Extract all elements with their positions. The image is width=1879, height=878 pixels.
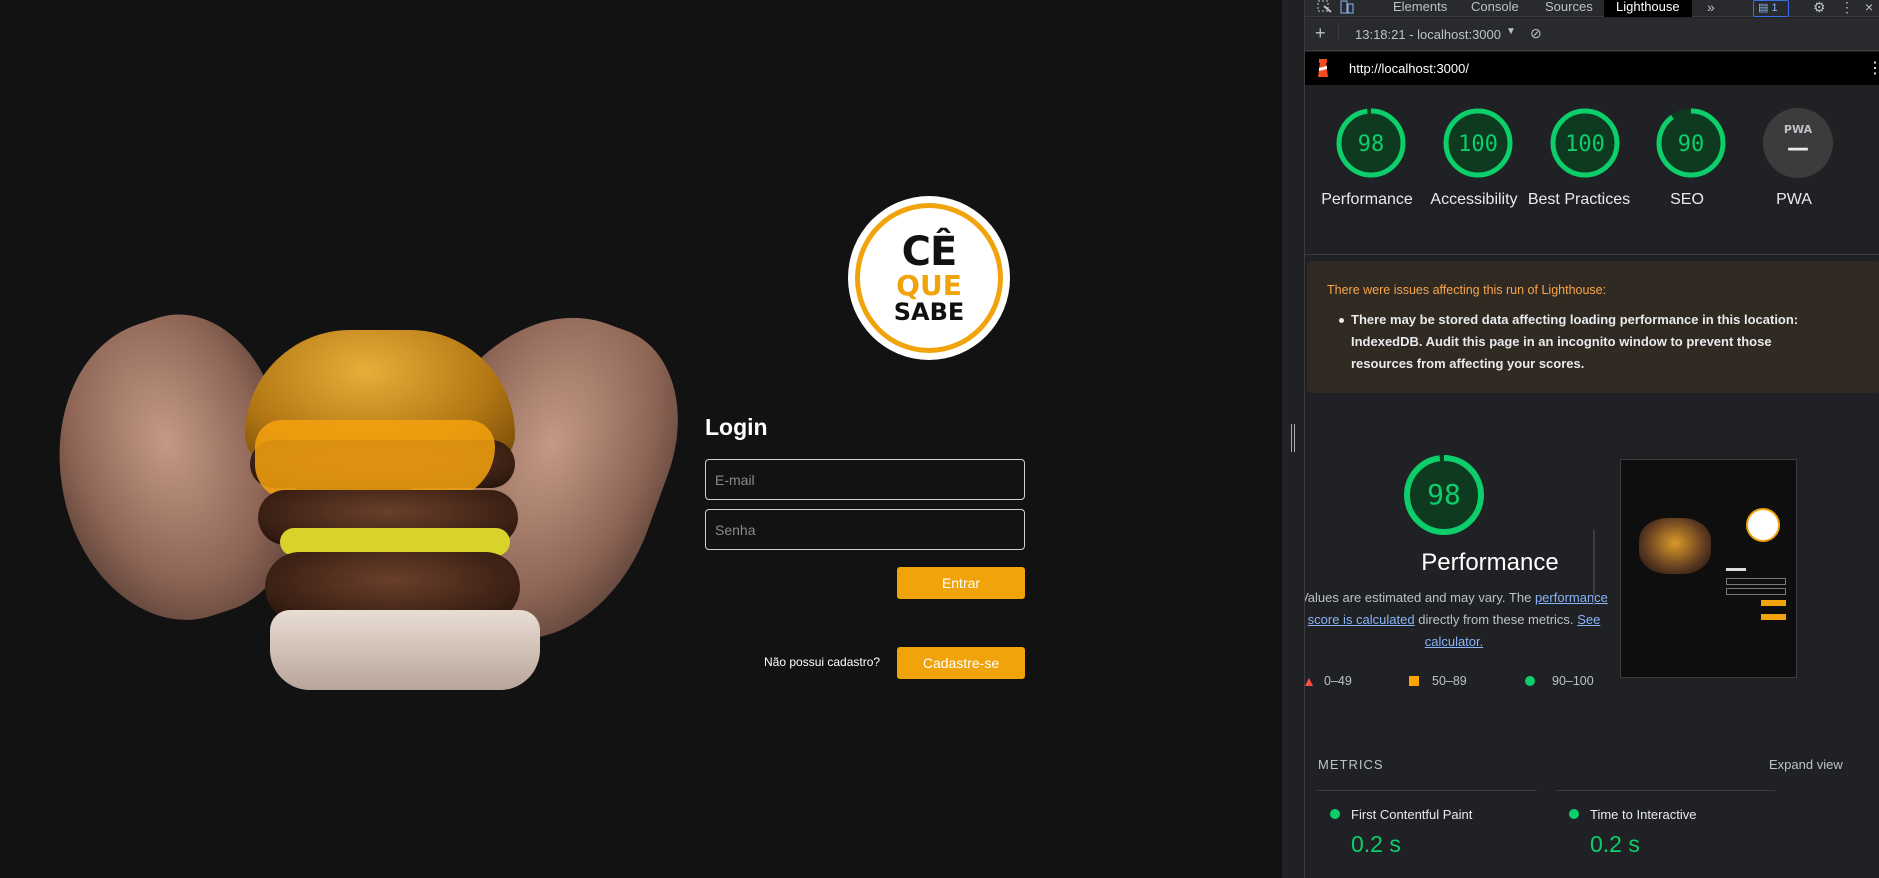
thumbnail-input bbox=[1726, 588, 1786, 595]
login-title: Login bbox=[705, 414, 768, 440]
pwa-badge-icon: PWA bbox=[1784, 123, 1813, 136]
issues-badge-icon: ▤ bbox=[1758, 2, 1772, 14]
app-viewport: CÊ QUE SABE Login Entrar Não possui cada… bbox=[0, 0, 1282, 878]
logo-line-1: CÊ bbox=[901, 229, 958, 275]
score-gauge-pwa[interactable]: PWA — bbox=[1762, 107, 1833, 179]
splitter-grip-icon bbox=[1291, 424, 1295, 452]
gauge-score-value: 98 bbox=[1358, 132, 1385, 157]
score-gauge-best-practices[interactable]: 100 bbox=[1549, 107, 1620, 179]
desc-middle: directly from these metrics. bbox=[1418, 612, 1574, 627]
no-account-text: Não possui cadastro? bbox=[764, 655, 881, 669]
devtools-tab-bar: Elements Console Sources Lighthouse » ▤ … bbox=[1305, 0, 1879, 17]
thumbnail-button bbox=[1761, 614, 1786, 620]
gauge-label-best-practices: Best Practices bbox=[1527, 191, 1631, 208]
thumbnail-input bbox=[1726, 578, 1786, 585]
metric-value-fcp: 0.2 s bbox=[1351, 831, 1401, 857]
metric-divider bbox=[1556, 790, 1775, 791]
signup-button[interactable]: Cadastre-se bbox=[897, 647, 1025, 679]
issues-title: There were issues affecting this run of … bbox=[1327, 283, 1607, 297]
issues-item: There may be stored data affecting loadi… bbox=[1351, 312, 1799, 371]
gauge-label-performance: Performance bbox=[1321, 191, 1413, 208]
issues-warning-box: There were issues affecting this run of … bbox=[1307, 261, 1879, 393]
metric-value-tti: 0.2 s bbox=[1590, 831, 1640, 857]
performance-description: Values are estimated and may vary. The p… bbox=[1304, 587, 1609, 653]
performance-title: Performance bbox=[1421, 549, 1559, 576]
email-field[interactable] bbox=[705, 459, 1025, 500]
thumbnail-burger bbox=[1639, 518, 1711, 574]
score-gauge-accessibility[interactable]: 100 bbox=[1442, 107, 1513, 179]
brand-logo: CÊ QUE SABE bbox=[848, 196, 1010, 360]
expand-view-toggle[interactable]: Expand view bbox=[1769, 757, 1843, 772]
gauge-label-accessibility: Accessibility bbox=[1430, 191, 1518, 208]
thumbnail-title bbox=[1726, 568, 1746, 571]
metric-name-tti: Time to Interactive bbox=[1590, 807, 1697, 822]
inspect-element-icon[interactable] bbox=[1317, 0, 1333, 14]
legend-pass: 90–100 bbox=[1552, 674, 1594, 688]
scroll-indicator[interactable] bbox=[1593, 530, 1595, 605]
devtools-panel: Elements Console Sources Lighthouse » ▤ … bbox=[1304, 0, 1879, 878]
add-report-icon[interactable]: + bbox=[1315, 24, 1326, 42]
legend-average-icon bbox=[1409, 676, 1419, 686]
more-tabs-icon[interactable]: » bbox=[1707, 0, 1715, 17]
bullet-icon bbox=[1339, 318, 1344, 323]
logo-line-3: SABE bbox=[893, 298, 965, 326]
report-url[interactable]: http://localhost:3000/ bbox=[1349, 61, 1469, 76]
device-toolbar-icon[interactable] bbox=[1339, 0, 1355, 14]
metric-pass-icon bbox=[1569, 809, 1579, 819]
issues-count: 1 bbox=[1771, 2, 1778, 14]
legend-average: 50–89 bbox=[1432, 674, 1467, 688]
page-screenshot-thumbnail[interactable] bbox=[1620, 459, 1797, 678]
metric-divider bbox=[1317, 790, 1537, 791]
metric-pass-icon bbox=[1330, 809, 1340, 819]
section-divider bbox=[1305, 254, 1879, 255]
report-url-bar: http://localhost:3000/ ⋮ bbox=[1305, 52, 1879, 85]
tab-lighthouse[interactable]: Lighthouse bbox=[1604, 0, 1692, 17]
login-button[interactable]: Entrar bbox=[897, 567, 1025, 599]
score-gauge-performance[interactable]: 98 bbox=[1335, 107, 1406, 179]
tab-elements[interactable]: Elements bbox=[1393, 0, 1447, 17]
gauge-score-value: 100 bbox=[1458, 132, 1498, 157]
gauge-score-value: 90 bbox=[1678, 132, 1705, 157]
gauge-score-value: — bbox=[1787, 136, 1809, 161]
gauge-score-value: 100 bbox=[1565, 132, 1605, 157]
report-selector[interactable]: 13:18:21 - localhost:3000 bbox=[1355, 27, 1501, 42]
lighthouse-icon bbox=[1318, 59, 1328, 77]
password-field[interactable] bbox=[705, 509, 1025, 550]
more-options-icon[interactable]: ⋮ bbox=[1840, 0, 1854, 17]
burger-cheese bbox=[255, 420, 495, 500]
tab-console[interactable]: Console bbox=[1471, 0, 1519, 17]
issues-badge[interactable]: ▤ 1 bbox=[1753, 0, 1789, 17]
toolbar-divider bbox=[1338, 23, 1339, 41]
legend-pass-icon bbox=[1525, 676, 1535, 686]
report-menu-icon[interactable]: ⋮ bbox=[1867, 58, 1879, 78]
gauge-label-pwa: PWA bbox=[1776, 191, 1812, 208]
metrics-title: METRICS bbox=[1318, 757, 1384, 772]
thumbnail-logo bbox=[1746, 508, 1780, 542]
close-icon[interactable]: × bbox=[1865, 0, 1873, 17]
legend-fail-icon bbox=[1305, 678, 1313, 686]
thumbnail-button bbox=[1761, 600, 1786, 606]
score-gauge-seo[interactable]: 90 bbox=[1655, 107, 1726, 179]
metric-name-fcp: First Contentful Paint bbox=[1351, 807, 1473, 822]
tab-sources[interactable]: Sources bbox=[1545, 0, 1593, 17]
lighthouse-toolbar: + 13:18:21 - localhost:3000 ▼ ⊘ bbox=[1305, 18, 1879, 51]
report-dropdown-icon[interactable]: ▼ bbox=[1506, 26, 1516, 37]
burger-hero-image bbox=[19, 278, 710, 710]
burger-bun-bottom bbox=[270, 610, 540, 690]
devtools-splitter[interactable] bbox=[1282, 0, 1304, 878]
settings-gear-icon[interactable]: ⚙ bbox=[1813, 0, 1826, 17]
logo-line-2: QUE bbox=[896, 269, 962, 302]
performance-score-large: 98 bbox=[1427, 478, 1461, 511]
clear-reports-icon[interactable]: ⊘ bbox=[1530, 25, 1542, 42]
gauge-label-seo: SEO bbox=[1670, 191, 1704, 208]
legend-fail: 0–49 bbox=[1324, 674, 1352, 688]
desc-prefix: Values are estimated and may vary. The bbox=[1304, 590, 1532, 605]
